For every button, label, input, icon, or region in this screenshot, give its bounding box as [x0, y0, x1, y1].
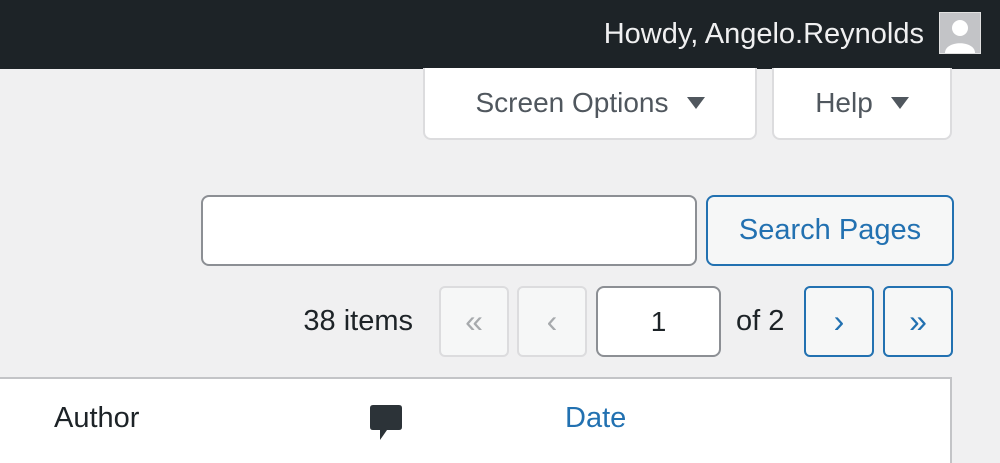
admin-bar: Howdy, Angelo.Reynolds: [0, 0, 1000, 69]
table-header: [0, 377, 952, 463]
triangle-down-icon: [890, 97, 909, 109]
first-page-button: «: [439, 286, 509, 357]
screen-options-button[interactable]: Screen Options: [423, 68, 757, 140]
next-page-button[interactable]: ›: [804, 286, 874, 357]
previous-page-button: ‹: [517, 286, 587, 357]
search-pages-button[interactable]: Search Pages: [706, 195, 954, 266]
help-button[interactable]: Help: [772, 68, 952, 140]
column-header-date[interactable]: Date: [565, 402, 626, 435]
items-count: 38 items: [303, 305, 413, 337]
column-header-author: Author: [54, 402, 140, 434]
triangle-down-icon: [686, 97, 705, 109]
current-page-input[interactable]: [596, 286, 721, 357]
help-label: Help: [815, 87, 873, 118]
howdy-greeting[interactable]: Howdy, Angelo.Reynolds: [604, 0, 924, 69]
total-pages-label: of 2: [736, 305, 785, 337]
page: Howdy, Angelo.Reynolds Screen Options He…: [0, 0, 1000, 463]
comment-bubble-icon[interactable]: [369, 404, 403, 442]
search-input[interactable]: [201, 195, 697, 266]
screen-options-label: Screen Options: [475, 87, 669, 118]
last-page-button[interactable]: »: [883, 286, 953, 357]
user-avatar-icon[interactable]: [939, 12, 981, 54]
